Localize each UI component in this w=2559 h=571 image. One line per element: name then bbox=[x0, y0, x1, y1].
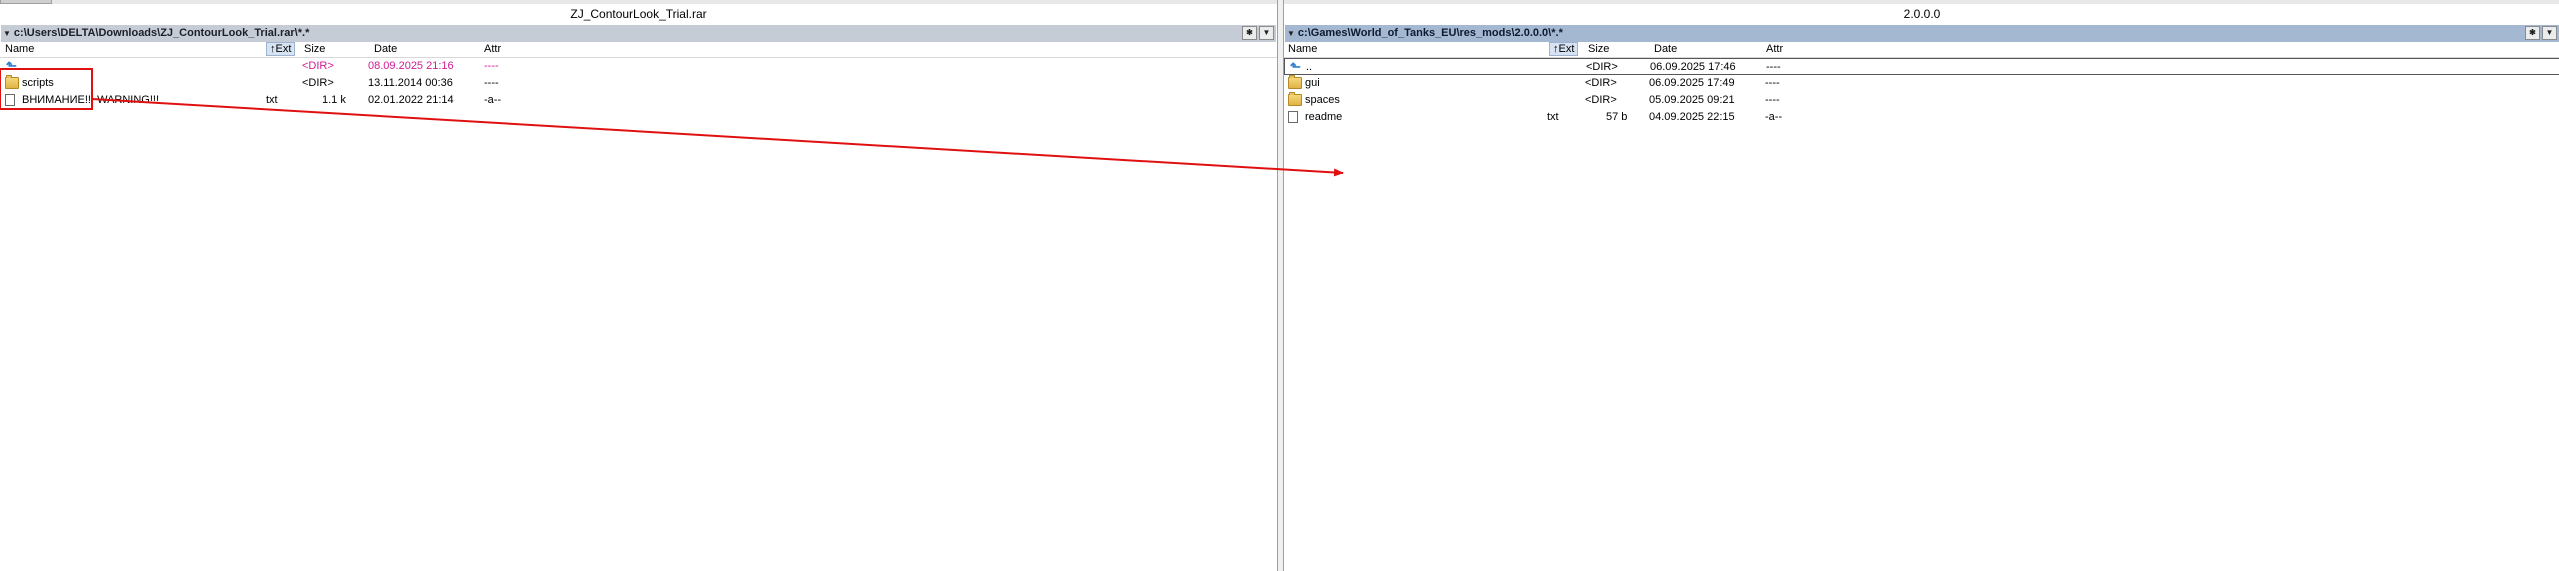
favorites-button[interactable]: ✱ bbox=[2525, 26, 2540, 40]
file-size: 1.1 k bbox=[322, 94, 346, 106]
file-date: 02.01.2022 21:14 bbox=[368, 94, 454, 106]
right-panel-title: 2.0.0.0 bbox=[1903, 7, 1941, 21]
file-row-selected[interactable]: ⬑ .. <DIR> 06.09.2025 17:46 ---- bbox=[1284, 58, 2559, 75]
history-dropdown-icon[interactable]: ▼ bbox=[1287, 25, 1295, 42]
left-path-text: c:\Users\DELTA\Downloads\ZJ_ContourLook_… bbox=[13, 27, 310, 39]
file-size: <DIR> bbox=[1585, 94, 1617, 106]
file-name: gui bbox=[1305, 77, 1320, 89]
up-dir-icon: ⬑ bbox=[6, 58, 17, 73]
file-date: 06.09.2025 17:49 bbox=[1649, 77, 1735, 89]
favorites-button[interactable]: ✱ bbox=[1242, 26, 1257, 40]
column-ext[interactable]: ↑Ext bbox=[1549, 42, 1579, 56]
file-name: ВНИМАНИЕ!!! WARNING!!! bbox=[22, 94, 160, 106]
file-date: 05.09.2025 09:21 bbox=[1649, 94, 1735, 106]
file-icon bbox=[5, 94, 15, 106]
file-row[interactable]: spaces <DIR> 05.09.2025 09:21 ---- bbox=[1284, 92, 2559, 109]
file-attr: ---- bbox=[484, 60, 499, 72]
history-dropdown-icon[interactable]: ▼ bbox=[3, 25, 11, 42]
file-name: scripts bbox=[22, 77, 54, 89]
file-size: <DIR> bbox=[1585, 77, 1617, 89]
column-ext-label: Ext bbox=[1558, 43, 1575, 55]
file-date: 04.09.2025 22:15 bbox=[1649, 111, 1735, 123]
left-path-bar[interactable]: ▼ c:\Users\DELTA\Downloads\ZJ_ContourLoo… bbox=[1, 25, 1276, 42]
column-ext[interactable]: ↑Ext bbox=[266, 42, 296, 56]
file-attr: -a-- bbox=[1765, 111, 1783, 123]
left-file-panel: ZJ_ContourLook_Trial.rar ▼ c:\Users\DELT… bbox=[0, 0, 1278, 571]
file-date: 06.09.2025 17:46 bbox=[1650, 61, 1736, 73]
folder-icon bbox=[5, 75, 19, 89]
column-date[interactable]: Date bbox=[1654, 42, 1677, 57]
file-date: 08.09.2025 21:16 bbox=[368, 60, 454, 72]
history-button[interactable]: ▼ bbox=[1259, 26, 1274, 40]
file-attr: ---- bbox=[484, 77, 499, 89]
file-name: spaces bbox=[1305, 94, 1340, 106]
file-ext: txt bbox=[1547, 111, 1559, 123]
column-ext-label: Ext bbox=[275, 43, 292, 55]
up-dir-icon: ⬑ bbox=[1290, 59, 1301, 74]
file-row[interactable]: gui <DIR> 06.09.2025 17:49 ---- bbox=[1284, 75, 2559, 92]
folder-icon bbox=[1288, 92, 1302, 106]
left-column-header: Name ↑Ext Size Date Attr bbox=[0, 42, 1277, 58]
right-column-header: Name ↑Ext Size Date Attr bbox=[1284, 42, 2559, 58]
file-row[interactable]: ⬑ <DIR> 08.09.2025 21:16 ---- bbox=[0, 58, 1277, 75]
column-date[interactable]: Date bbox=[374, 42, 397, 57]
file-size: 57 b bbox=[1606, 111, 1628, 123]
file-size: <DIR> bbox=[1586, 61, 1618, 73]
folder-icon bbox=[1288, 75, 1302, 89]
file-date: 13.11.2014 00:36 bbox=[368, 77, 453, 89]
file-name: .. bbox=[1306, 61, 1313, 73]
right-path-bar[interactable]: ▼ c:\Games\World_of_Tanks_EU\res_mods\2.… bbox=[1285, 25, 2559, 42]
file-attr: ---- bbox=[1765, 77, 1780, 89]
file-size: <DIR> bbox=[302, 60, 334, 72]
history-button[interactable]: ▼ bbox=[2542, 26, 2557, 40]
right-file-panel: 2.0.0.0 ▼ c:\Games\World_of_Tanks_EU\res… bbox=[1283, 0, 2559, 571]
right-path-text: c:\Games\World_of_Tanks_EU\res_mods\2.0.… bbox=[1297, 27, 1563, 39]
file-attr: ---- bbox=[1765, 94, 1780, 106]
column-size[interactable]: Size bbox=[1588, 42, 1609, 57]
file-attr: ---- bbox=[1766, 61, 1781, 73]
file-row[interactable]: scripts <DIR> 13.11.2014 00:36 ---- bbox=[0, 75, 1277, 92]
column-name[interactable]: Name bbox=[5, 42, 34, 57]
column-size[interactable]: Size bbox=[304, 42, 325, 57]
file-row[interactable]: ВНИМАНИЕ!!! WARNING!!! txt 1.1 k 02.01.2… bbox=[0, 92, 1277, 109]
file-icon bbox=[1288, 111, 1298, 123]
drive-tab[interactable] bbox=[0, 0, 52, 4]
file-row[interactable]: readme txt 57 b 04.09.2025 22:15 -a-- bbox=[1284, 109, 2559, 126]
left-panel-title: ZJ_ContourLook_Trial.rar bbox=[570, 7, 707, 21]
file-ext: txt bbox=[266, 94, 278, 106]
column-attr[interactable]: Attr bbox=[484, 42, 501, 57]
file-name: readme bbox=[1305, 111, 1343, 123]
column-name[interactable]: Name bbox=[1288, 42, 1317, 57]
column-attr[interactable]: Attr bbox=[1766, 42, 1783, 57]
file-attr: -a-- bbox=[484, 94, 502, 106]
file-size: <DIR> bbox=[302, 77, 334, 89]
